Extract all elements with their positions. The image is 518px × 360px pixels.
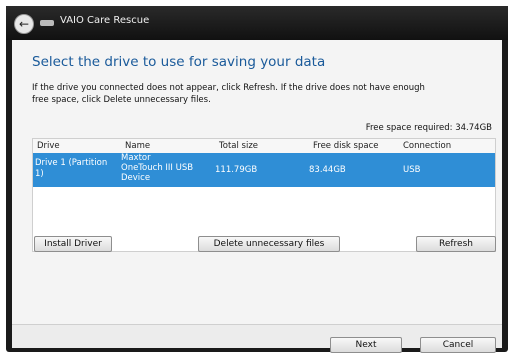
delete-unnecessary-files-button[interactable]: Delete unnecessary files [198,236,340,252]
column-total-size[interactable]: Total size [219,141,258,151]
next-button[interactable]: Next [330,337,402,353]
info-line-1: If the drive you connected does not appe… [32,83,425,93]
refresh-button[interactable]: Refresh [416,236,496,252]
column-drive[interactable]: Drive [37,141,60,151]
cell-name: Maxtor OneTouch III USB Device [121,153,213,183]
free-space-required: Free space required: 34.74GB [365,123,492,133]
info-line-2: free space, click Delete unnecessary fil… [32,95,211,105]
cell-drive-line2: 1) [35,169,44,179]
cell-connection: USB [403,165,421,175]
drive-table: Drive Name Total size Free disk space Co… [32,138,496,252]
back-arrow-icon[interactable]: ← [14,14,34,34]
page-title: Select the drive to use for saving your … [32,54,326,70]
column-name[interactable]: Name [125,141,150,151]
cell-name-line1: Maxtor [121,153,151,163]
cell-free-space: 83.44GB [309,165,346,175]
window-title: VAIO Care Rescue [60,15,150,26]
column-connection[interactable]: Connection [403,141,451,151]
cancel-button[interactable]: Cancel [420,337,496,353]
cell-name-line2: OneTouch III USB [121,163,194,173]
column-free-disk-space[interactable]: Free disk space [313,141,379,151]
table-row[interactable]: Drive 1 (Partition 1) Maxtor OneTouch II… [33,153,495,187]
title-bar: ← VAIO Care Rescue [6,6,508,40]
cell-drive-line1: Drive 1 (Partition [35,158,108,168]
cell-name-line3: Device [121,173,151,183]
app-icon [40,20,54,26]
app-window: ← VAIO Care Rescue Select the drive to u… [6,6,508,353]
cell-drive: Drive 1 (Partition 1) [35,158,120,180]
main-content: Select the drive to use for saving your … [12,40,502,353]
cell-total-size: 111.79GB [215,165,258,175]
table-header: Drive Name Total size Free disk space Co… [33,139,495,154]
info-text: If the drive you connected does not appe… [32,82,492,106]
install-driver-button[interactable]: Install Driver [34,236,112,252]
